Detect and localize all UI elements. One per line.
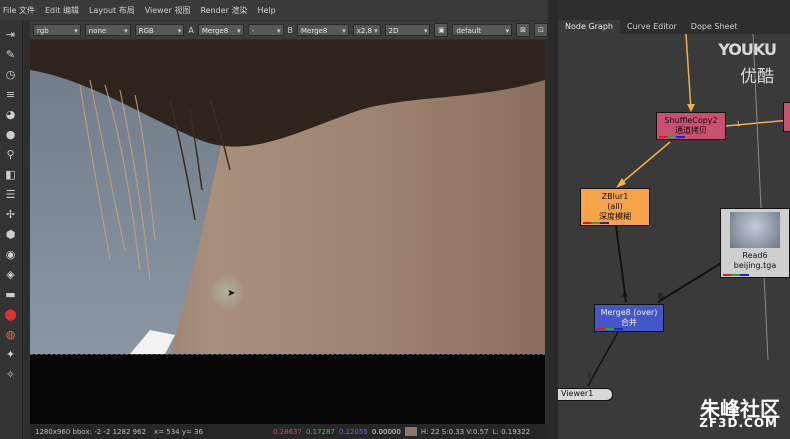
pixel-hsv: H: 22 S:0.33 V:0.57 — [420, 427, 489, 436]
edge-label-b: B — [658, 292, 664, 301]
mouse-cursor-icon: ➤ — [227, 288, 236, 299]
alpha-dropdown[interactable]: none — [84, 24, 131, 37]
color-tools-icon[interactable]: ◕ — [3, 107, 18, 122]
node-title: ZBlur1 — [601, 192, 629, 201]
youku-cn-watermark: 优酷 — [740, 67, 774, 87]
menu-file[interactable]: File 文件 — [3, 5, 35, 16]
node-title: Merge8 (over) — [600, 308, 658, 317]
transform-tools-icon[interactable]: ✢ — [3, 207, 18, 222]
pixel-red: 0.28637 — [273, 427, 302, 436]
input-a-label: A — [188, 25, 194, 35]
plugin-icon[interactable]: ◍ — [3, 327, 18, 342]
draw-tools-icon[interactable]: ✎ — [3, 47, 18, 62]
node-zblur1[interactable]: ZBlur1 (all) 深度模糊 — [580, 188, 650, 226]
metadata-icon[interactable]: ◈ — [3, 267, 18, 282]
node-subtitle: 深度模糊 — [599, 212, 631, 221]
channel-tools-icon[interactable]: ≡ — [3, 87, 18, 102]
channel-swatch — [597, 328, 623, 330]
node-shufflecopy2[interactable]: ShuffleCopy2 通道拷贝 — [656, 112, 726, 140]
viewer-status-bar: 1280x960 bbox: -2 -2 1282 962 x= 534 y= … — [30, 424, 548, 439]
furnace-icon[interactable]: ⬤ — [3, 307, 18, 322]
arrow-head — [616, 178, 626, 188]
filter-tools-icon[interactable]: ● — [3, 127, 18, 142]
node-partial-right[interactable] — [783, 102, 790, 132]
fit-icon[interactable]: ⊡ — [534, 23, 548, 37]
panel-splitter[interactable] — [548, 0, 558, 439]
roi-icon[interactable]: ⊠ — [516, 23, 531, 37]
node-subtitle: 合并 — [621, 318, 637, 327]
colorspace-dropdown[interactable]: RGB — [134, 24, 185, 37]
merge-tools-icon[interactable]: ◧ — [3, 167, 18, 182]
tab-dope-sheet[interactable]: Dope Sheet — [684, 20, 745, 34]
pipe-read-to-merge — [657, 261, 724, 303]
camera-icon[interactable]: ▣ — [434, 23, 449, 37]
zf3d-watermark: ZF3D.COM — [699, 416, 778, 430]
edge-label-1-viewer: 1 — [587, 372, 592, 380]
toolsets-icon[interactable]: ▬ — [3, 287, 18, 302]
input-a-dropdown[interactable]: Merge8 — [197, 24, 244, 37]
node-mode: (all) — [607, 202, 623, 211]
node-read6[interactable]: Read6 beijing.tga — [720, 208, 790, 278]
other-tools-icon[interactable]: ✧ — [3, 367, 18, 382]
pipe-shuffle-to-zblur — [617, 141, 671, 187]
youku-watermark: YOUKU — [718, 40, 777, 59]
node-title: Viewer1 — [561, 389, 594, 398]
read-thumbnail — [730, 212, 780, 248]
node-graph-tabs: Node Graph Curve Editor Dope Sheet — [558, 18, 790, 34]
menu-help[interactable]: Help — [258, 6, 276, 15]
menu-render[interactable]: Render 渲染 — [200, 5, 247, 16]
layers-icon[interactable]: ☰ — [3, 187, 18, 202]
edge-label-1: 1 — [736, 120, 741, 128]
pipe-top-to-shuffle — [685, 33, 692, 111]
channels-dropdown[interactable]: rgb — [33, 24, 81, 37]
menu-viewer[interactable]: Viewer 视图 — [145, 5, 191, 16]
pixel-swatch — [404, 427, 417, 436]
pixel-blue: 0.12055 — [338, 427, 368, 436]
node-subtitle: 通道拷贝 — [675, 126, 707, 135]
node-title: ShuffleCopy2 — [664, 116, 718, 125]
cursor-coords: x= 534 y= 36 — [154, 427, 204, 436]
menu-layout[interactable]: Layout 布局 — [89, 5, 135, 16]
input-b-label: B — [287, 25, 294, 35]
pipe-merge-to-viewer — [587, 331, 619, 387]
lut-dropdown[interactable]: default — [452, 24, 513, 37]
time-tools-icon[interactable]: ◷ — [3, 67, 18, 82]
gizmo-icon[interactable]: ✦ — [3, 347, 18, 362]
menu-bar: File 文件 Edit 编辑 Layout 布局 Viewer 视图 Rend… — [0, 0, 548, 20]
format-info: 1280x960 bbox: -2 -2 1282 962 — [35, 427, 147, 436]
tab-curve-editor[interactable]: Curve Editor — [620, 20, 684, 34]
view-mode-dropdown[interactable]: 2D — [384, 24, 431, 37]
channel-swatch — [583, 222, 609, 224]
3d-tools-icon[interactable]: ⬢ — [3, 227, 18, 242]
node-merge8[interactable]: Merge8 (over) 合并 — [594, 304, 664, 332]
node-title: Read6 — [742, 251, 768, 260]
wipe-op-dropdown[interactable]: - — [247, 24, 284, 37]
menu-edit[interactable]: Edit 编辑 — [45, 5, 79, 16]
pixel-alpha: 0.00000 — [371, 427, 401, 436]
tab-node-graph[interactable]: Node Graph — [558, 20, 620, 34]
zoom-dropdown[interactable]: x2.8 — [352, 24, 381, 37]
viewer-canvas[interactable] — [30, 40, 545, 354]
views-icon[interactable]: ◉ — [3, 247, 18, 262]
keyer-tools-icon[interactable]: ⚲ — [3, 147, 18, 162]
input-b-dropdown[interactable]: Merge8 — [297, 24, 349, 37]
arrow-head — [687, 104, 695, 112]
viewer-image — [30, 40, 545, 354]
channel-swatch — [723, 274, 749, 276]
image-tools-icon[interactable]: ⇥ — [3, 27, 18, 42]
toolbox: ⇥ ✎ ◷ ≡ ◕ ● ⚲ ◧ ☰ ✢ ⬢ ◉ ◈ ▬ ⬤ ◍ ✦ ✧ — [0, 20, 23, 439]
node-file: beijing.tga — [733, 261, 777, 270]
viewer-toolbar: rgb none RGB A Merge8 - B Merge8 x2.8 2D… — [30, 21, 548, 39]
pixel-green: 0.17287 — [305, 427, 335, 436]
node-viewer1[interactable]: Viewer1 — [558, 388, 613, 401]
pixel-luma: L: 0.19322 — [492, 427, 531, 436]
edge-label-a: A — [622, 290, 628, 299]
channel-swatch — [659, 136, 685, 138]
viewer-black-area — [30, 354, 545, 425]
